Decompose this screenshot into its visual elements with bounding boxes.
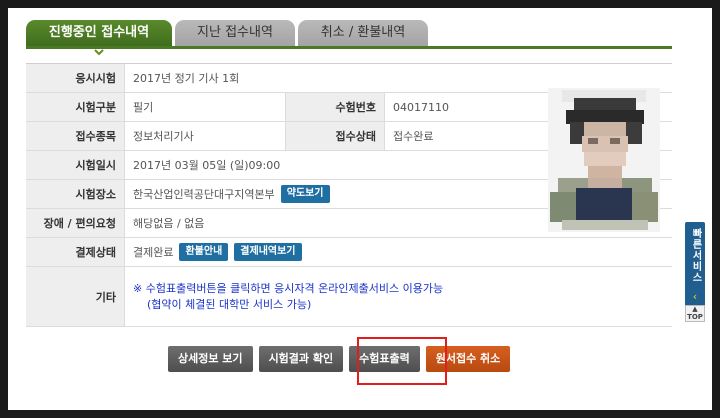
type-label: 시험구분 [26,93,125,121]
quick-service-label: 빠른서비스 [690,228,701,283]
number-value: 04017110 [393,100,449,114]
tab-cancel-refund[interactable]: 취소 / 환불내역 [298,20,428,46]
place-label: 시험장소 [26,180,125,208]
etc-label: 기타 [26,267,125,326]
date-label: 시험일시 [26,151,125,179]
pixelated-photo-image [548,88,660,232]
exam-value: 2017년 정기 기사 1회 [133,72,240,85]
access-label: 장애 / 편의요청 [26,209,125,237]
type-value: 필기 [133,101,154,114]
date-value: 2017년 03월 05일 (일)09:00 [133,159,281,172]
table-row: 결제상태 결제완료 환불안내 결제내역보기 [26,238,672,267]
highlight-box [357,337,447,385]
tab-past[interactable]: 지난 접수내역 [175,20,295,46]
status-value: 접수완료 [393,130,434,143]
top-button[interactable]: ▲ TOP [685,305,705,322]
chevron-left-icon[interactable]: ‹ [685,290,705,304]
access-value: 해당없음 / 없음 [133,217,205,230]
place-cell: 한국산업인력공단대구지역본부 약도보기 [125,180,544,208]
number-label: 수험번호 [285,93,385,121]
application-frame: 진행중인 접수내역 지난 접수내역 취소 / 환불내역 응시시험 2017년 정… [8,8,712,410]
applicant-photo [548,88,660,232]
place-value: 한국산업인력공단대구지역본부 [133,188,275,201]
tab-in-progress[interactable]: 진행중인 접수내역 [26,20,172,46]
subject-label: 접수종목 [26,122,125,150]
map-button[interactable]: 약도보기 [280,185,330,203]
chevron-down-icon [92,46,106,60]
etc-note: ※ 수험표출력버튼을 클릭하면 응시자격 온라인제출서비스 이용가능 (협약이 … [125,267,672,326]
payment-label: 결제상태 [26,238,125,266]
exam-result-button[interactable]: 시험결과 확인 [258,346,344,372]
tab-underline [26,46,672,49]
note-line-1: ※ 수험표출력버튼을 클릭하면 응시자격 온라인제출서비스 이용가능 [133,281,444,295]
detail-info-button[interactable]: 상세정보 보기 [168,346,253,372]
refund-guide-button[interactable]: 환불안내 [179,243,229,261]
exam-label: 응시시험 [26,64,125,92]
action-buttons: 상세정보 보기 시험결과 확인 수험표출력 원서접수 취소 [168,346,511,372]
payment-detail-button[interactable]: 결제내역보기 [234,243,302,261]
subject-value: 정보처리기사 [133,130,194,143]
note-line-2: (협약이 체결된 대학만 서비스 가능) [147,297,312,311]
top-label: TOP [687,313,703,321]
payment-cell: 결제완료 환불안내 결제내역보기 [125,238,672,266]
tab-bar: 진행중인 접수내역 지난 접수내역 취소 / 환불내역 [26,20,428,46]
table-row: 기타 ※ 수험표출력버튼을 클릭하면 응시자격 온라인제출서비스 이용가능 (협… [26,267,672,327]
status-label: 접수상태 [285,122,385,150]
payment-value: 결제완료 [133,246,174,259]
